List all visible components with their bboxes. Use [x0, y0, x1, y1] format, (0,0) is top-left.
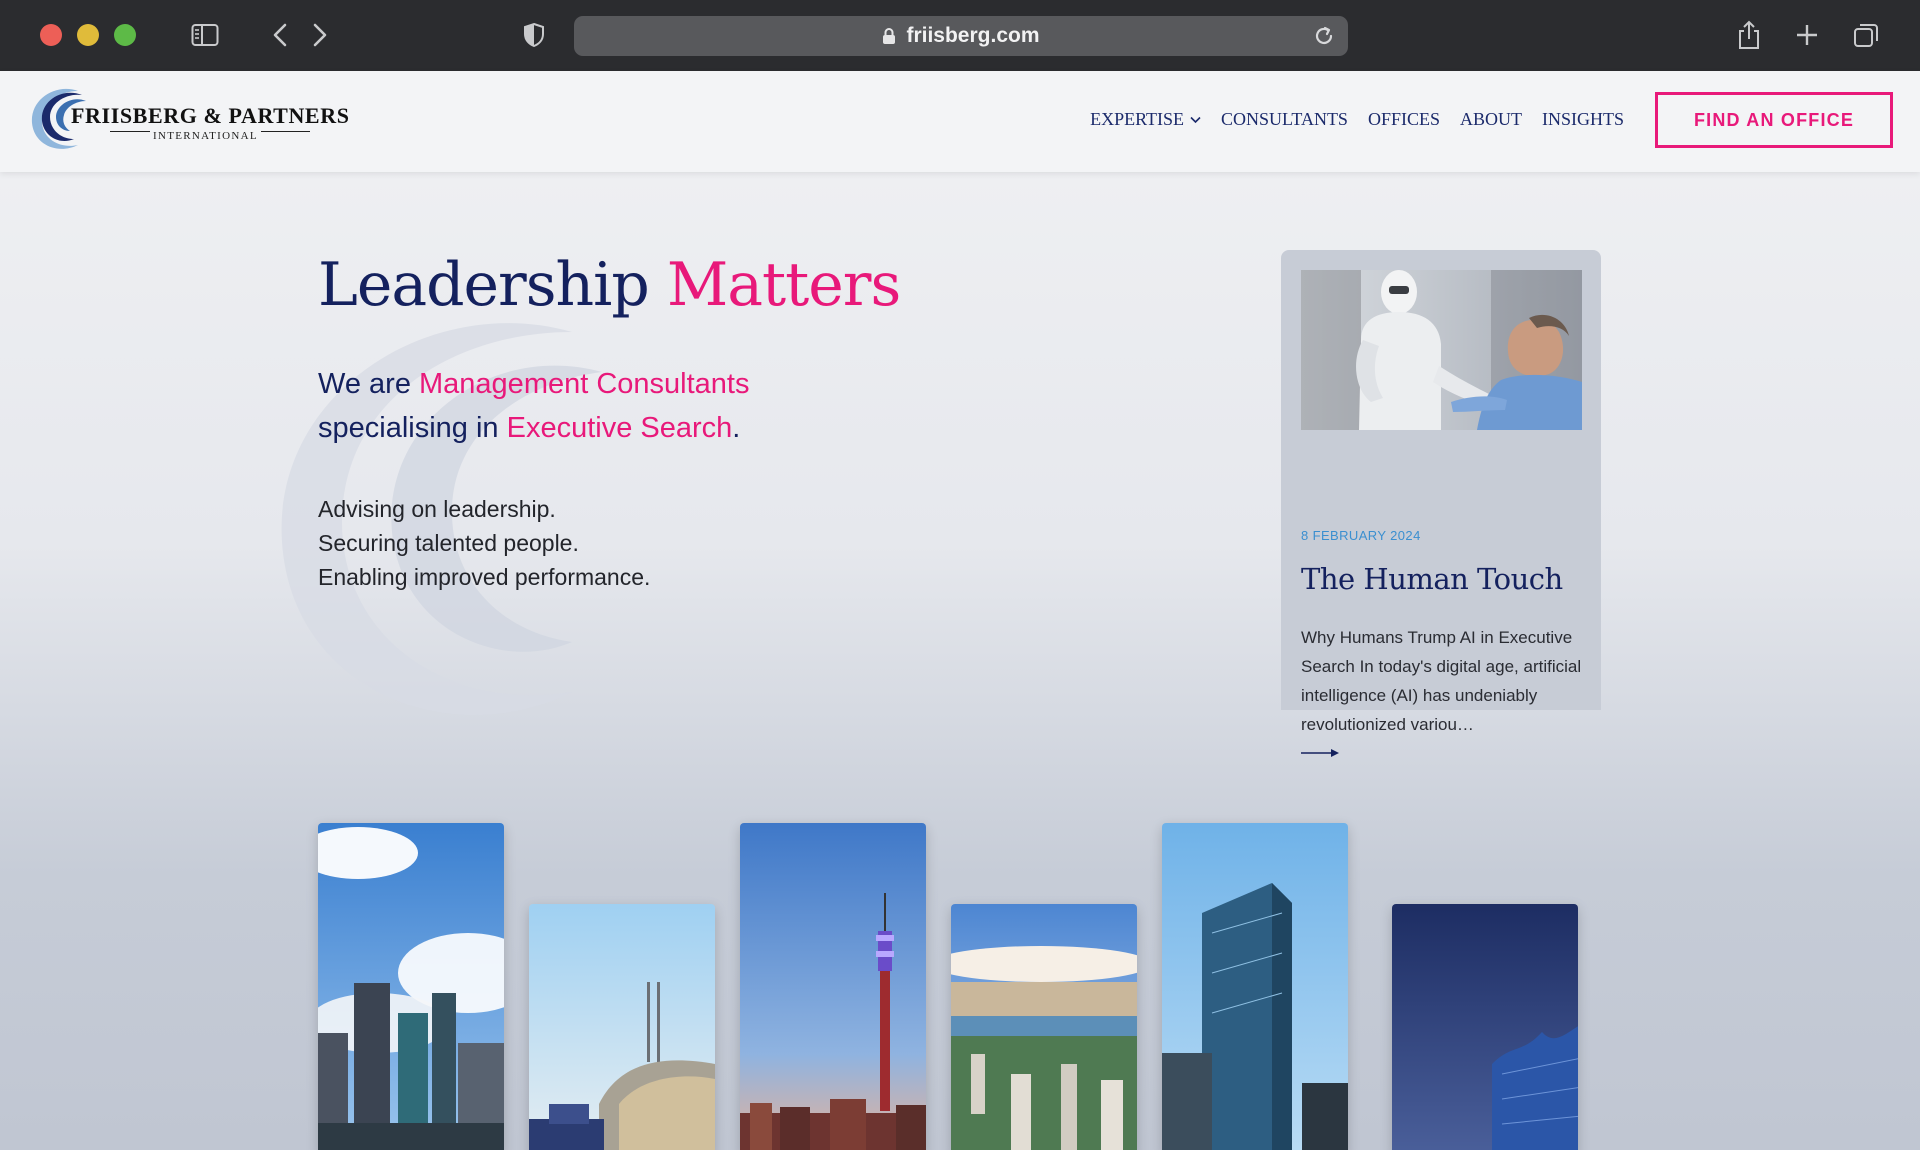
hero-subheading: We are Management Consultants specialisi…: [318, 362, 750, 450]
office-tile-4[interactable]: [951, 904, 1137, 1150]
reload-icon[interactable]: [1312, 24, 1336, 53]
sub-executive: Executive Search: [506, 412, 733, 444]
logo-subtitle: INTERNATIONAL: [150, 130, 261, 142]
close-window-button[interactable]: [40, 24, 62, 46]
new-tab-icon[interactable]: [1792, 19, 1822, 51]
sub-we-are: We are: [318, 368, 411, 400]
insight-date: 8 FEBRUARY 2024: [1301, 528, 1421, 543]
headline-part1: Leadership: [318, 250, 650, 320]
nav-expertise[interactable]: EXPERTISE: [1090, 109, 1201, 130]
insight-image[interactable]: [1301, 270, 1582, 430]
logo-wordmark: FRIISBERG & PARTNERS: [71, 103, 350, 128]
hero-line-1: Advising on leadership.: [318, 496, 556, 522]
insight-title[interactable]: The Human Touch: [1301, 562, 1563, 596]
office-tile-3[interactable]: [740, 823, 926, 1150]
zoom-window-button[interactable]: [114, 24, 136, 46]
chevron-down-icon: [1190, 116, 1201, 124]
hero-section: Leadership Matters We are Management Con…: [0, 172, 1920, 1150]
nav-insights[interactable]: INSIGHTS: [1542, 109, 1624, 130]
main-nav: EXPERTISE CONSULTANTS OFFICES ABOUT INSI…: [1090, 109, 1624, 130]
hero-line-3: Enabling improved performance.: [318, 564, 651, 590]
insight-excerpt: Why Humans Trump AI in Executive Search …: [1301, 628, 1582, 734]
site-header: FRIISBERG & PARTNERS INTERNATIONAL EXPER…: [0, 71, 1920, 172]
headline-part2: Matters: [666, 250, 901, 320]
hero-line-2: Securing talented people.: [318, 530, 579, 556]
sub-management: Management Consultants: [419, 368, 750, 400]
nav-consultants[interactable]: CONSULTANTS: [1221, 109, 1348, 130]
office-tile-6[interactable]: [1392, 904, 1578, 1150]
nav-about[interactable]: ABOUT: [1460, 109, 1522, 130]
sub-specialising: specialising in: [318, 412, 499, 444]
office-tile-5[interactable]: [1162, 823, 1348, 1150]
share-icon[interactable]: [1734, 19, 1764, 51]
back-icon[interactable]: [268, 19, 292, 51]
url-text: friisberg.com: [906, 24, 1040, 47]
insight-card[interactable]: 8 FEBRUARY 2024 The Human Touch Why Huma…: [1281, 250, 1601, 757]
lock-icon: [882, 27, 896, 45]
privacy-shield-icon[interactable]: [520, 19, 548, 51]
sidebar-icon[interactable]: [190, 19, 220, 51]
company-logo[interactable]: FRIISBERG & PARTNERS INTERNATIONAL: [26, 85, 356, 157]
hero-headline: Leadership Matters: [318, 250, 901, 320]
tab-overview-icon[interactable]: [1850, 19, 1882, 51]
sub-period: .: [732, 412, 741, 444]
browser-toolbar: friisberg.com: [0, 0, 1920, 71]
hero-body-text: Advising on leadership. Securing talente…: [318, 492, 650, 594]
address-bar[interactable]: friisberg.com: [574, 16, 1348, 56]
minimize-window-button[interactable]: [77, 24, 99, 46]
forward-icon[interactable]: [308, 19, 332, 51]
arrow-right-icon[interactable]: [1301, 745, 1339, 763]
find-an-office-button[interactable]: FIND AN OFFICE: [1655, 92, 1893, 148]
office-tile-2[interactable]: [529, 904, 715, 1150]
nav-expertise-label: EXPERTISE: [1090, 109, 1185, 129]
nav-offices[interactable]: OFFICES: [1368, 109, 1440, 130]
office-tile-1[interactable]: [318, 823, 504, 1150]
